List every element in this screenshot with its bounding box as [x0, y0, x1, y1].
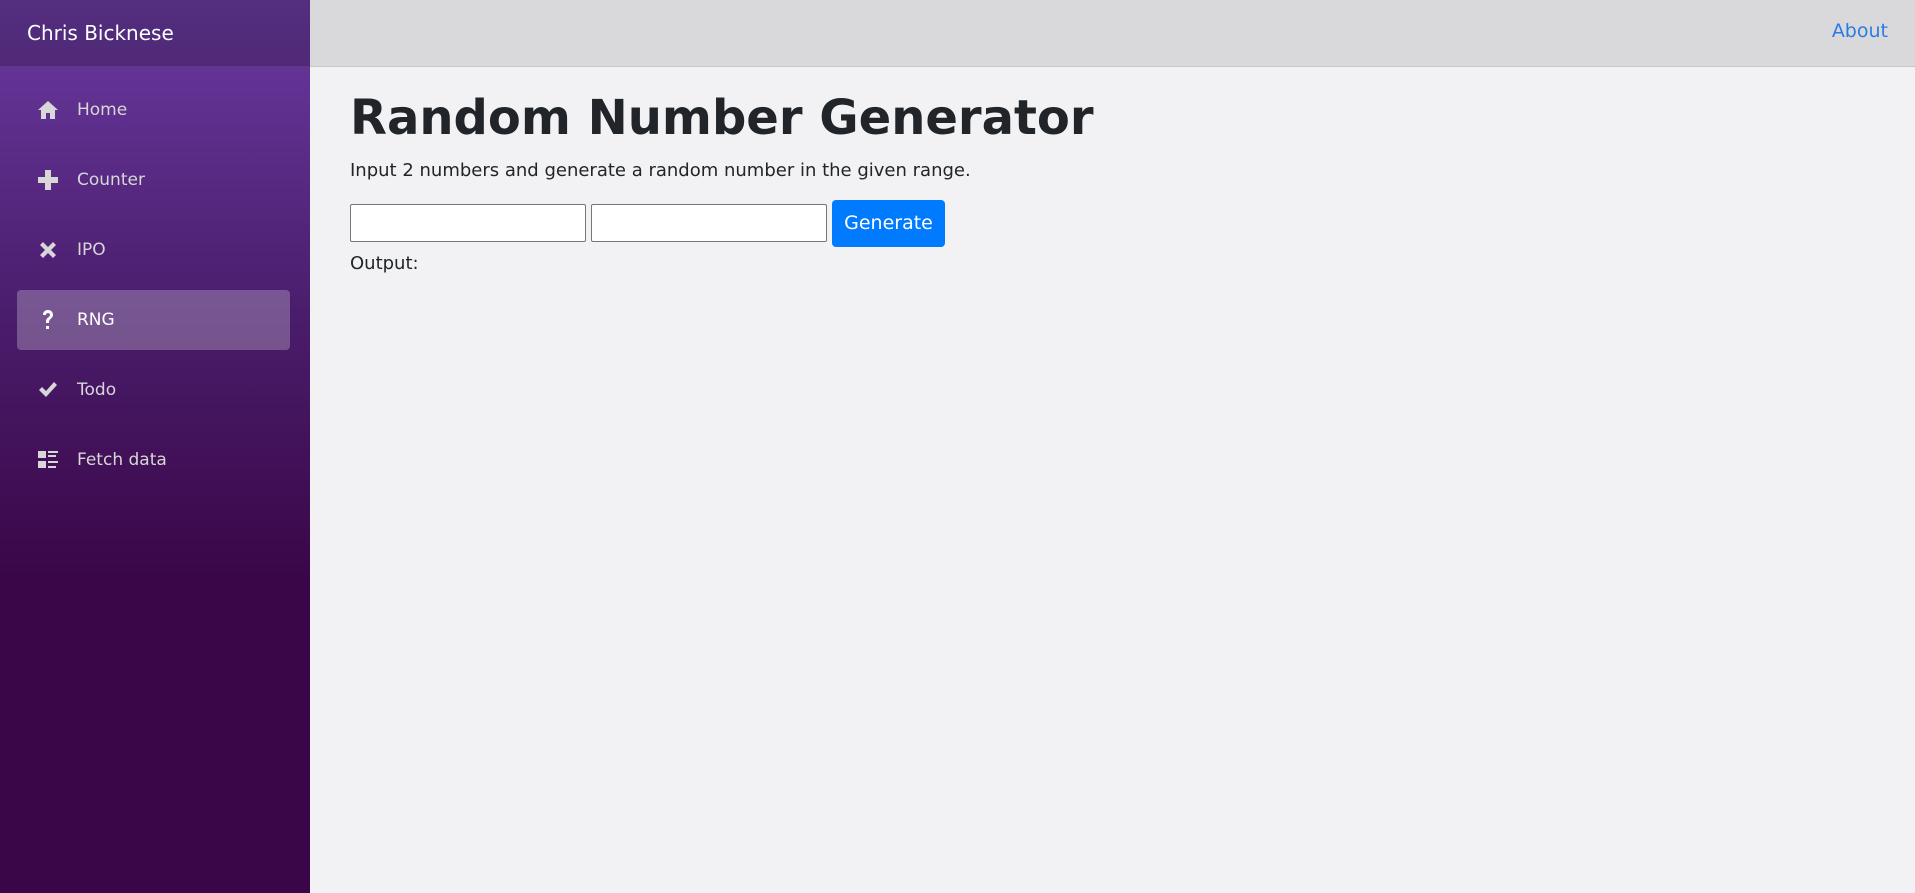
- list-rich-icon: [33, 445, 63, 475]
- min-number-input[interactable]: [350, 204, 586, 243]
- page-description: Input 2 numbers and generate a random nu…: [350, 159, 971, 181]
- sidebar-item-ipo[interactable]: IPO: [17, 220, 290, 280]
- sidebar-item-label: IPO: [77, 240, 106, 260]
- generate-button[interactable]: Generate: [832, 199, 945, 247]
- sidebar: Chris Bicknese Home Counter IPO RNG Todo…: [0, 0, 310, 893]
- plus-icon: [33, 165, 63, 195]
- home-icon: [33, 95, 63, 125]
- sidebar-item-todo[interactable]: Todo: [17, 360, 290, 420]
- max-number-input[interactable]: [591, 204, 827, 243]
- rng-form: Generate: [350, 199, 1094, 247]
- sidebar-item-label: RNG: [77, 310, 115, 330]
- about-link[interactable]: About: [1832, 20, 1888, 42]
- question-icon: [33, 305, 63, 335]
- page-title: Random Number Generator: [350, 90, 1094, 146]
- sidebar-item-rng[interactable]: RNG: [17, 290, 290, 350]
- main-content: Random Number Generator Input 2 numbers …: [350, 67, 1094, 274]
- sidebar-item-label: Counter: [77, 170, 145, 190]
- sidebar-item-label: Todo: [77, 380, 117, 400]
- brand[interactable]: Chris Bicknese: [0, 0, 310, 67]
- sidebar-item-fetch-data[interactable]: Fetch data: [17, 430, 290, 490]
- x-icon: [33, 235, 63, 265]
- sidebar-item-label: Fetch data: [77, 450, 167, 470]
- sidebar-item-home[interactable]: Home: [17, 80, 290, 140]
- app-window: Chris Bicknese Home Counter IPO RNG Todo…: [0, 0, 1915, 893]
- check-icon: [33, 375, 63, 405]
- brand-title[interactable]: Chris Bicknese: [27, 21, 174, 45]
- top-bar: About: [310, 0, 1915, 67]
- sidebar-item-label: Home: [77, 100, 128, 120]
- sidebar-nav: Home Counter IPO RNG Todo Fetch data: [0, 67, 310, 490]
- output-label: Output:: [350, 252, 419, 274]
- sidebar-item-counter[interactable]: Counter: [17, 150, 290, 210]
